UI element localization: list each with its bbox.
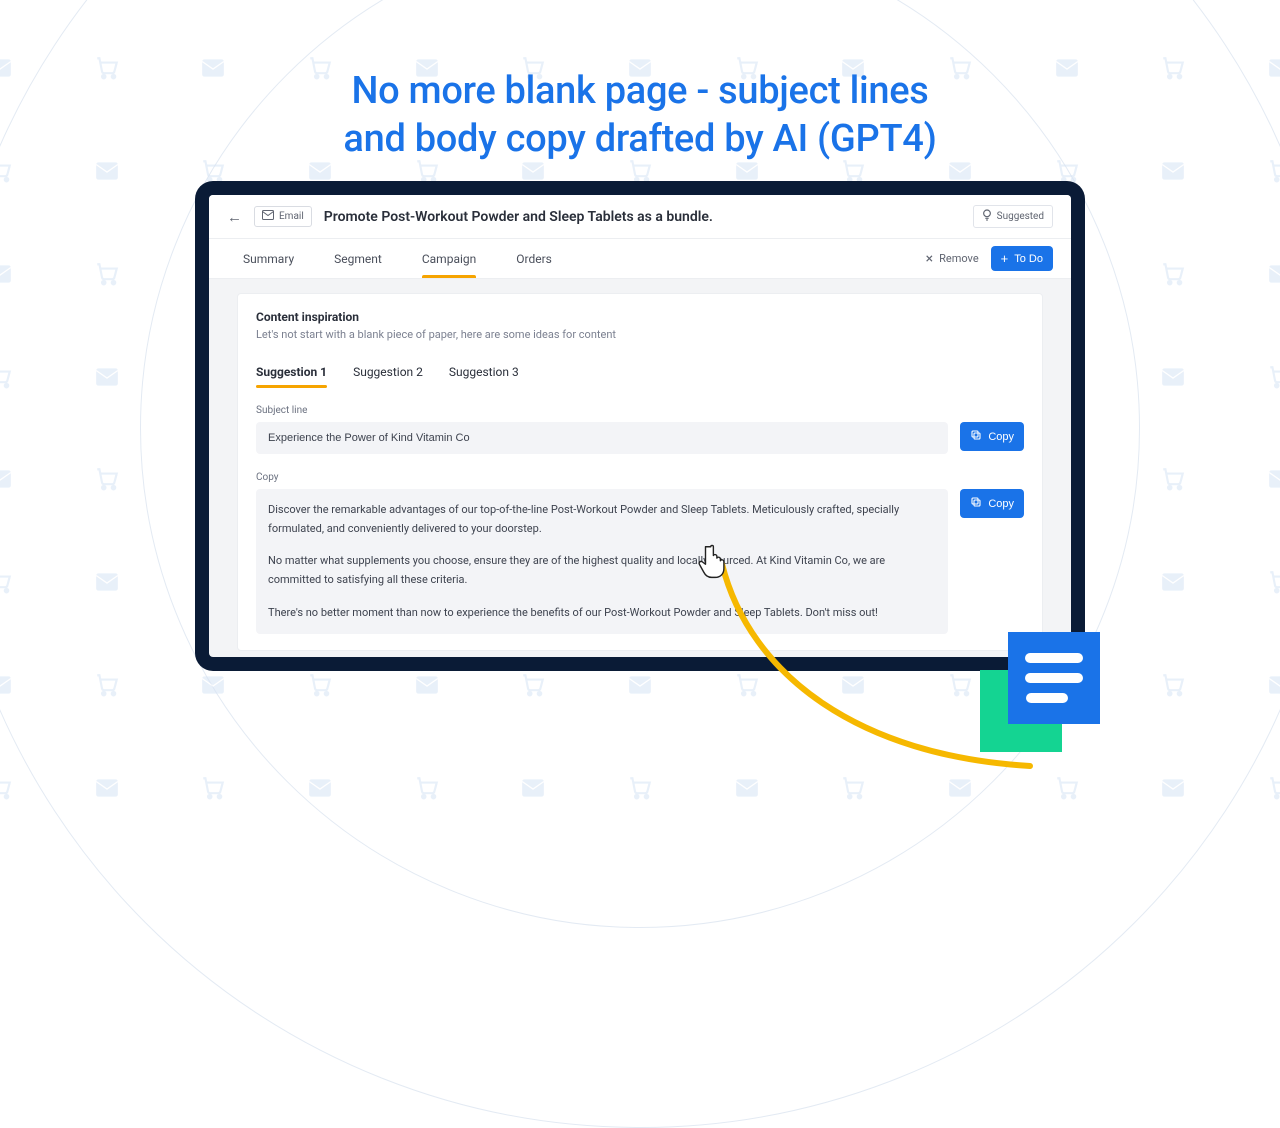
copy-button-label: Copy bbox=[988, 498, 1014, 510]
todo-button[interactable]: + To Do bbox=[991, 246, 1053, 271]
copy-icon bbox=[970, 496, 982, 511]
copy-button-label: Copy bbox=[988, 431, 1014, 443]
copy-label: Copy bbox=[256, 472, 1024, 483]
copy-icon bbox=[970, 429, 982, 444]
suggestion-tab-1[interactable]: Suggestion 1 bbox=[256, 357, 327, 387]
copy-subject-button[interactable]: Copy bbox=[960, 422, 1024, 451]
channel-chip-label: Email bbox=[279, 211, 304, 222]
suggestion-tabs: Suggestion 1 Suggestion 2 Suggestion 3 bbox=[256, 357, 1024, 387]
marketing-headline: No more blank page - subject lines and b… bbox=[0, 68, 1280, 163]
channel-chip: Email bbox=[254, 206, 312, 227]
todo-button-label: To Do bbox=[1014, 253, 1043, 265]
envelope-icon bbox=[262, 210, 274, 223]
tab-summary[interactable]: Summary bbox=[243, 240, 294, 278]
remove-button[interactable]: × Remove bbox=[926, 252, 979, 266]
tab-campaign[interactable]: Campaign bbox=[422, 240, 476, 278]
tab-bar: Summary Segment Campaign Orders × Remove… bbox=[209, 239, 1071, 279]
app-screen: ← Email Promote Post-Workout Powder and … bbox=[209, 195, 1071, 657]
subject-line-input[interactable] bbox=[256, 422, 948, 454]
page-header: ← Email Promote Post-Workout Powder and … bbox=[209, 195, 1071, 239]
copy-body-button[interactable]: Copy bbox=[960, 489, 1024, 518]
body-paragraph: There's no better moment than now to exp… bbox=[268, 604, 936, 623]
body-copy-block[interactable]: Discover the remarkable advantages of ou… bbox=[256, 489, 948, 634]
section-title: Content inspiration bbox=[256, 310, 1024, 324]
body-paragraph: No matter what supplements you choose, e… bbox=[268, 552, 936, 589]
brand-logo bbox=[980, 632, 1100, 752]
section-subtitle: Let's not start with a blank piece of pa… bbox=[256, 328, 1024, 341]
device-frame: ← Email Promote Post-Workout Powder and … bbox=[195, 181, 1085, 671]
suggested-chip: Suggested bbox=[973, 205, 1053, 228]
plus-icon: + bbox=[1001, 252, 1009, 265]
close-icon: × bbox=[926, 252, 933, 266]
tab-orders[interactable]: Orders bbox=[516, 240, 552, 278]
pointer-hand-icon bbox=[695, 538, 737, 580]
tab-segment[interactable]: Segment bbox=[334, 240, 382, 278]
back-arrow[interactable]: ← bbox=[227, 208, 242, 226]
remove-button-label: Remove bbox=[939, 252, 979, 265]
content-panel: Content inspiration Let's not start with… bbox=[237, 293, 1043, 651]
suggested-chip-label: Suggested bbox=[997, 211, 1044, 222]
suggestion-tab-3[interactable]: Suggestion 3 bbox=[449, 357, 519, 387]
suggestion-tab-2[interactable]: Suggestion 2 bbox=[353, 357, 423, 387]
page-title: Promote Post-Workout Powder and Sleep Ta… bbox=[324, 209, 961, 225]
subject-line-label: Subject line bbox=[256, 405, 1024, 416]
content-area: Content inspiration Let's not start with… bbox=[209, 279, 1071, 657]
body-paragraph: Discover the remarkable advantages of ou… bbox=[268, 501, 936, 538]
lightbulb-icon bbox=[982, 209, 992, 224]
